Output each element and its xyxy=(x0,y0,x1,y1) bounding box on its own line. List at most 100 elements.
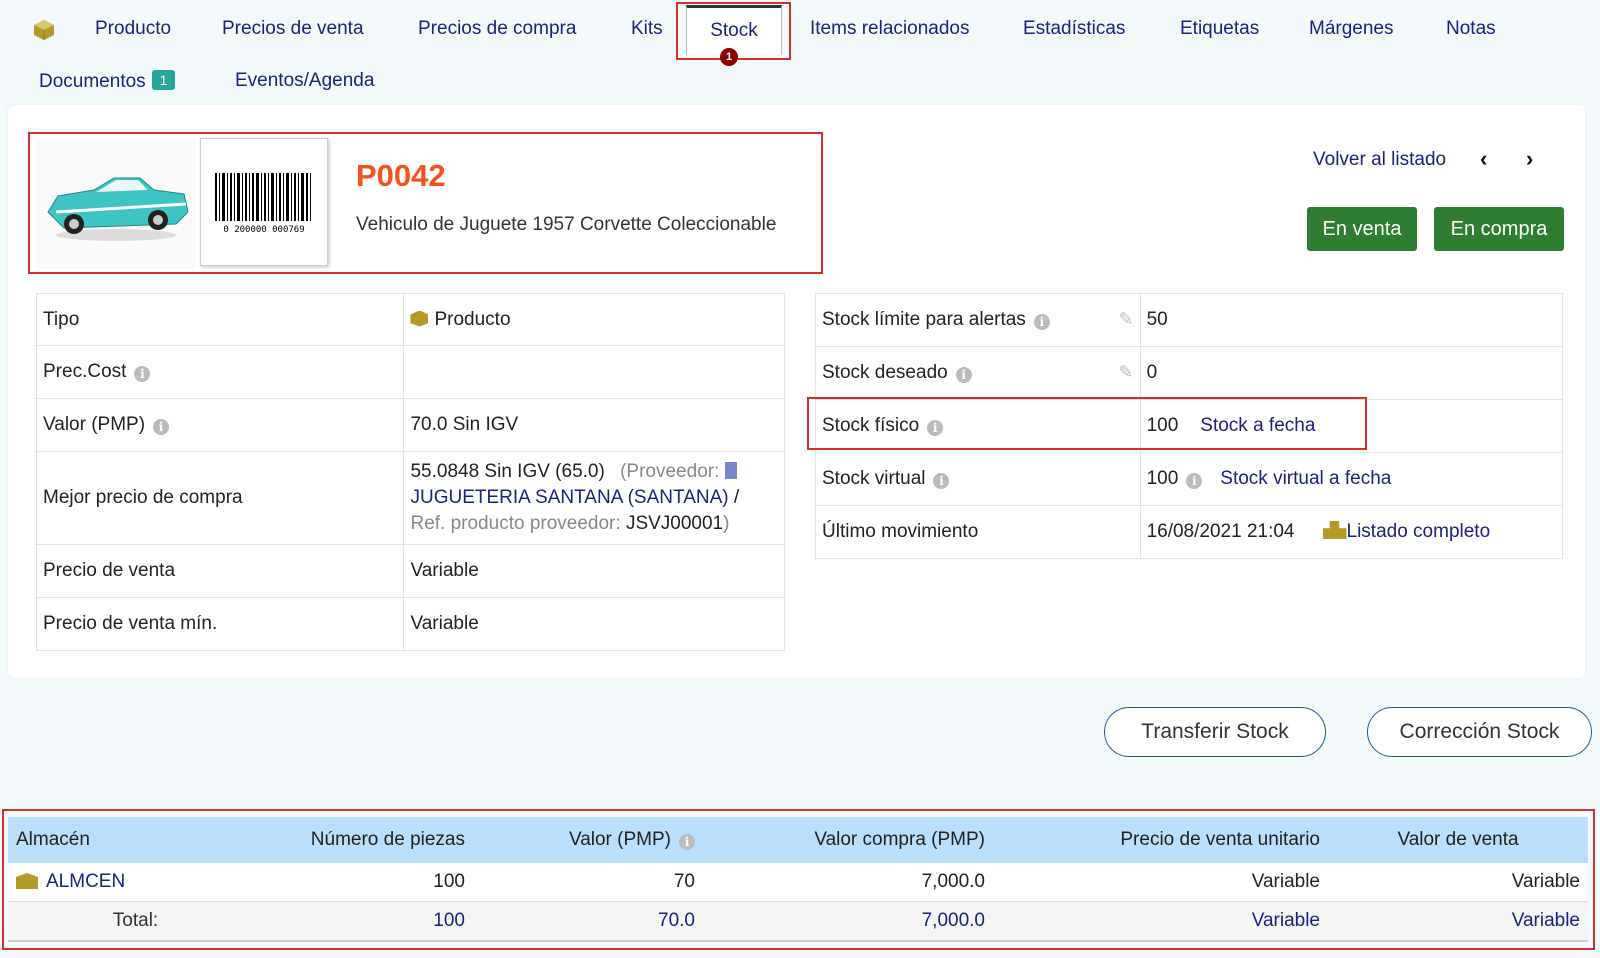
tab-eventos-agenda[interactable]: Eventos/Agenda xyxy=(235,70,374,92)
info-row-stock-virtual: Stock virtual i 100 i Stock virtual a fecha xyxy=(815,452,1564,506)
ref-prov-value: JSVJ00001 xyxy=(625,513,724,534)
pieces-cell: 100 xyxy=(263,863,473,902)
en-compra-button[interactable]: En compra xyxy=(1434,207,1564,251)
info-row-stock-limite: Stock límite para alertas i ✎ 50 xyxy=(815,293,1564,347)
info-row-mejor-precio: Mejor precio de compra 55.0848 Sin IGV (… xyxy=(35,451,785,545)
stock-virtual-number: 100 xyxy=(1146,468,1179,489)
edit-pencil-icon[interactable]: ✎ xyxy=(1118,309,1133,330)
tipo-value: Producto xyxy=(403,293,785,346)
back-to-list-link[interactable]: Volver al listado xyxy=(1313,149,1446,171)
ultimo-movimiento-value: 16/08/2021 21:04 Listado completo xyxy=(1139,505,1564,559)
info-row-prec-cost: Prec.Cost i xyxy=(35,345,785,399)
mejor-precio-value: 55.0848 Sin IGV (65.0) (Proveedor: JUGUE… xyxy=(403,451,785,545)
warehouse-link[interactable]: ALMCEN xyxy=(46,871,125,892)
tab-margenes[interactable]: Márgenes xyxy=(1309,18,1394,40)
info-row-stock-deseado: Stock deseado i ✎ 0 xyxy=(815,346,1564,400)
stock-limite-value: 50 xyxy=(1139,293,1564,347)
stock-a-fecha-link[interactable]: Stock a fecha xyxy=(1200,415,1315,436)
chevron-right-icon[interactable]: › xyxy=(1526,146,1533,172)
info-icon[interactable]: i xyxy=(955,367,972,383)
total-pmp: 70.0 xyxy=(473,901,703,942)
info-icon[interactable]: i xyxy=(927,420,944,436)
col-valor-pmp[interactable]: Valor (PMP) i xyxy=(473,817,703,863)
tab-notas[interactable]: Notas xyxy=(1446,18,1496,40)
info-row-precio-venta-min: Precio de venta mín. Variable xyxy=(35,597,785,651)
proveedor-link[interactable]: JUGUETERIA SANTANA (SANTANA) xyxy=(410,487,728,508)
stock-limite-label-text: Stock límite para alertas xyxy=(822,309,1026,330)
precio-venta-min-label: Precio de venta mín. xyxy=(35,597,405,651)
product-info-table: Tipo Producto Prec.Cost i Valor (PMP) i 70… xyxy=(35,293,785,651)
transferir-stock-button[interactable]: Transferir Stock xyxy=(1104,707,1326,757)
tab-kits[interactable]: Kits xyxy=(631,18,663,40)
total-unit-price: Variable xyxy=(993,901,1328,942)
info-icon[interactable]: i xyxy=(1033,314,1050,330)
warehouse-icon xyxy=(16,873,38,889)
pmp-cell: 70 xyxy=(473,863,703,902)
prec-cost-label: Prec.Cost i xyxy=(35,345,405,399)
info-icon[interactable]: i xyxy=(153,419,170,435)
tipo-label: Tipo xyxy=(35,293,405,346)
col-almacen[interactable]: Almacén xyxy=(8,817,263,863)
col-valor-compra[interactable]: Valor compra (PMP) xyxy=(703,817,993,863)
product-description: Vehiculo de Juguete 1957 Corvette Colecc… xyxy=(356,214,777,235)
stock-fisico-label: Stock físico i xyxy=(815,399,1141,453)
tab-bar: Producto Precios de venta Precios de com… xyxy=(0,0,1600,105)
buy-pmp-cell: 7,000.0 xyxy=(703,863,993,902)
mejor-precio-label: Mejor precio de compra xyxy=(35,451,405,545)
table-header-row: Almacén Número de piezas Valor (PMP) i Va… xyxy=(8,817,1588,863)
col-precio-venta-unitario[interactable]: Precio de venta unitario xyxy=(993,817,1328,863)
proveedor-prefix: (Proveedor: xyxy=(620,461,720,482)
info-icon[interactable]: i xyxy=(679,834,695,850)
ref-prov-label: Ref. producto proveedor: xyxy=(410,513,621,534)
valor-pmp-label-text: Valor (PMP) xyxy=(43,414,146,435)
prec-cost-value xyxy=(403,345,785,399)
tab-producto[interactable]: Producto xyxy=(95,18,171,40)
edit-pencil-icon[interactable]: ✎ xyxy=(1118,362,1133,383)
warehouse-cell: ALMCEN xyxy=(8,863,263,902)
stock-deseado-value: 0 xyxy=(1139,346,1564,400)
stock-limite-label: Stock límite para alertas i ✎ xyxy=(815,293,1141,347)
tab-precios-venta[interactable]: Precios de venta xyxy=(222,18,364,40)
listado-completo-link[interactable]: Listado completo xyxy=(1347,521,1491,542)
stock-fisico-value: 100 Stock a fecha xyxy=(1139,399,1564,453)
table-total-row: Total: 100 70.0 7,000.0 Variable Variabl… xyxy=(8,901,1588,942)
tab-etiquetas[interactable]: Etiquetas xyxy=(1180,18,1259,40)
tab-stock[interactable]: Stock xyxy=(686,5,782,55)
en-venta-button[interactable]: En venta xyxy=(1307,207,1417,251)
sale-value-cell: Variable xyxy=(1328,863,1588,902)
stock-virtual-a-fecha-link[interactable]: Stock virtual a fecha xyxy=(1220,468,1391,489)
valor-pmp-label: Valor (PMP) i xyxy=(35,398,405,452)
info-row-ultimo-movimiento: Último movimiento 16/08/2021 21:04 Listad… xyxy=(815,505,1564,559)
tab-documentos[interactable]: Documentos 1 xyxy=(39,70,176,93)
col-valor-venta[interactable]: Valor de venta xyxy=(1328,817,1588,863)
info-icon[interactable]: i xyxy=(1186,473,1203,489)
barcode-image: 0 200000 000769 xyxy=(200,138,328,266)
info-row-stock-fisico: Stock físico i 100 Stock a fecha xyxy=(815,399,1564,453)
info-icon[interactable]: i xyxy=(134,366,151,382)
col-numero-piezas[interactable]: Número de piezas xyxy=(263,817,473,863)
stock-virtual-value: 100 i Stock virtual a fecha xyxy=(1139,452,1564,506)
stock-virtual-label: Stock virtual i xyxy=(815,452,1141,506)
product-ref: P0042 xyxy=(356,158,446,193)
chevron-left-icon[interactable]: ‹ xyxy=(1480,146,1487,172)
info-row-valor-pmp: Valor (PMP) i 70.0 Sin IGV xyxy=(35,398,785,452)
precio-venta-min-value: Variable xyxy=(403,597,785,651)
info-icon[interactable]: i xyxy=(933,473,950,489)
tab-items-relacionados[interactable]: Items relacionados xyxy=(810,18,969,40)
tab-precios-compra[interactable]: Precios de compra xyxy=(418,18,576,40)
table-row: ALMCEN 100 70 7,000.0 Variable Variable xyxy=(8,863,1588,902)
product-photo xyxy=(36,140,196,270)
product-box-icon xyxy=(33,19,55,46)
tab-stock-marker: 1 xyxy=(720,48,738,66)
correccion-stock-button[interactable]: Corrección Stock xyxy=(1367,707,1592,757)
total-sale-value: Variable xyxy=(1328,901,1588,942)
tab-estadisticas[interactable]: Estadísticas xyxy=(1023,18,1125,40)
valor-pmp-value: 70.0 Sin IGV xyxy=(403,398,785,452)
total-label: Total: xyxy=(8,901,263,942)
tab-documentos-label: Documentos xyxy=(39,71,146,92)
movements-icon xyxy=(1322,521,1347,539)
stock-fisico-label-text: Stock físico xyxy=(822,415,920,436)
warehouse-stock-table: Almacén Número de piezas Valor (PMP) i Va… xyxy=(8,817,1588,942)
unit-price-cell: Variable xyxy=(993,863,1328,902)
stock-virtual-label-text: Stock virtual xyxy=(822,468,926,489)
